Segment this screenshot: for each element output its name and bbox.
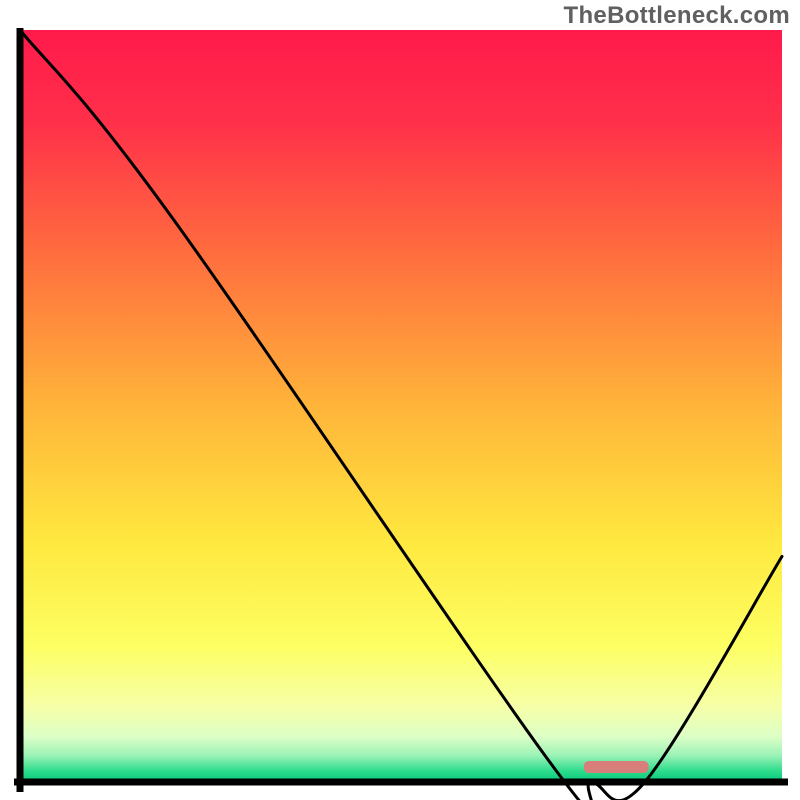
chart-stage: TheBottleneck.com (0, 0, 800, 800)
flat-minimum-marker (584, 761, 649, 773)
watermark-text: TheBottleneck.com (564, 2, 790, 30)
plot-background (20, 30, 782, 782)
bottleneck-chart (0, 0, 800, 800)
